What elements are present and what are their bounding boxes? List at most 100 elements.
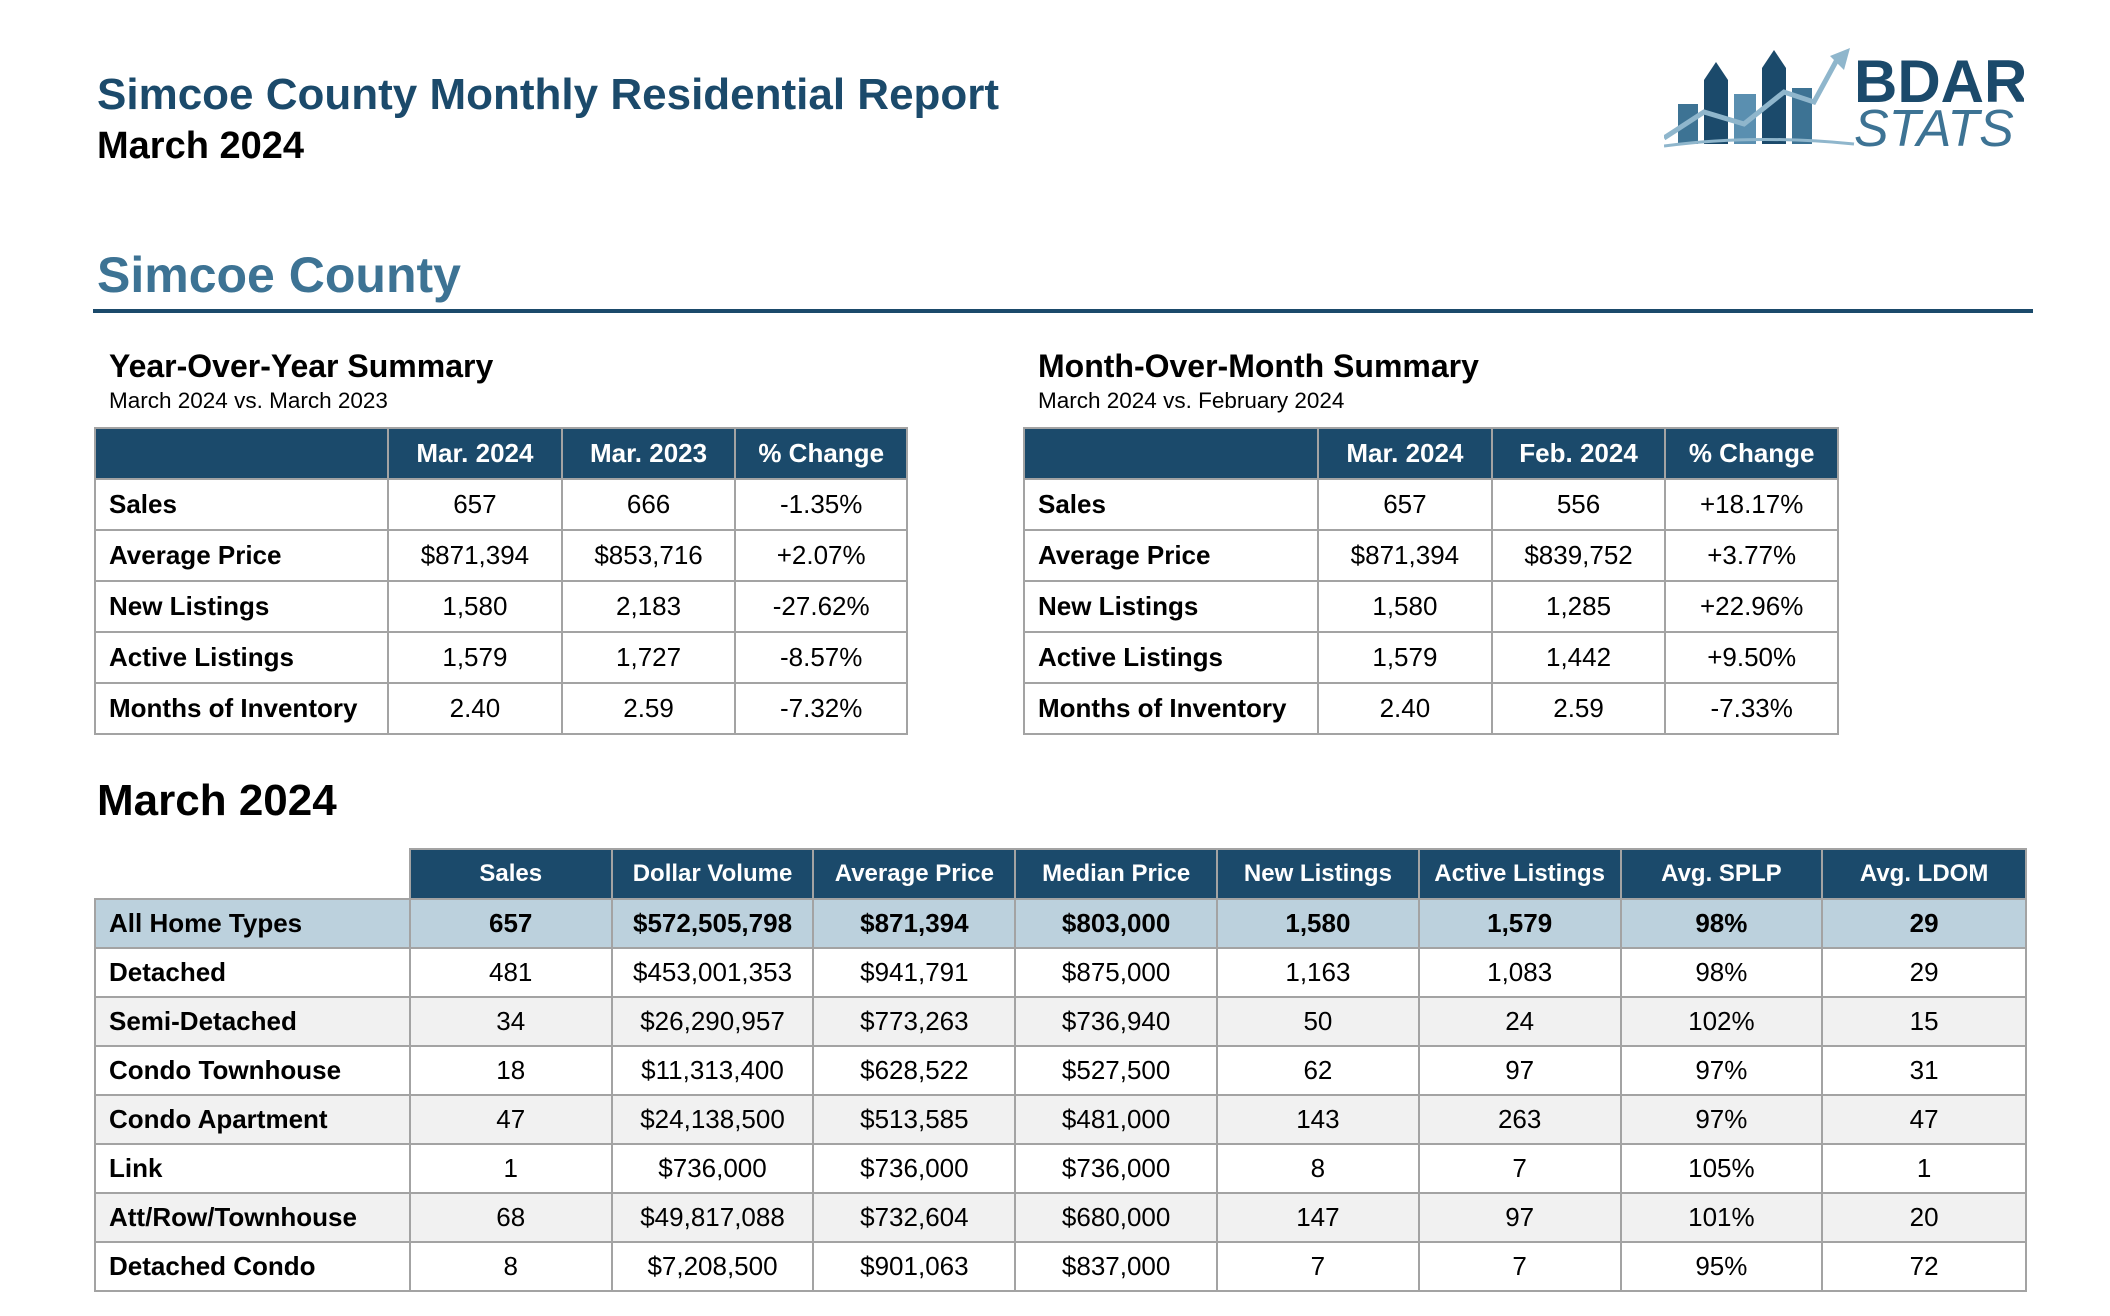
detail-cell: $736,000 [610,1143,815,1194]
yoy-row: Average Price $871,394 $853,716 +2.07% [93,529,908,582]
mom-row-label: New Listings [1022,580,1320,633]
detail-cell: 7 [1417,1241,1622,1292]
mom-cell: +9.50% [1664,631,1839,684]
report-title: Simcoe County Monthly Residential Report [97,70,1000,119]
detail-row-label: All Home Types [94,898,411,949]
detail-row: Condo Townhouse 18 $11,313,400 $628,522 $527… [94,1045,2027,1096]
detail-row-label: Link [94,1143,411,1194]
detail-col-header: Dollar Volume [610,848,815,900]
detail-cell: 8 [1216,1143,1420,1194]
detail-col-header: Avg. SPLP [1619,848,1824,900]
detail-cell: $572,505,798 [610,898,815,949]
detail-cell: 105% [1619,1143,1824,1194]
yoy-cell: 1,727 [560,631,737,684]
bdar-stats-logo: BDAR STATS [1662,42,2027,158]
detail-cell: 102% [1619,996,1824,1047]
yoy-row-label: New Listings [93,580,390,633]
detail-cell: $453,001,353 [610,947,815,998]
detail-cell: $24,138,500 [610,1094,815,1145]
detail-header-blank [95,849,410,899]
detail-cell: $7,208,500 [610,1241,815,1292]
detail-row-label: Condo Townhouse [94,1045,411,1096]
detail-cell: 97% [1619,1094,1824,1145]
detail-cell: $736,000 [1014,1143,1219,1194]
detail-col-header: Active Listings [1417,848,1622,900]
detail-cell: $871,394 [812,898,1017,949]
mom-col-header: Feb. 2024 [1490,427,1667,480]
yoy-cell: 666 [560,478,737,531]
detail-cell: 72 [1821,1241,2027,1292]
mom-header-row: Mar. 2024 Feb. 2024 % Change [1022,427,1839,480]
detail-cell: $527,500 [1014,1045,1219,1096]
detail-table: Sales Dollar Volume Average Price Median… [94,848,2027,1292]
yoy-cell: 1,579 [387,631,563,684]
detail-col-header: Median Price [1014,848,1219,900]
detail-cell: 97% [1619,1045,1824,1096]
detail-cell: 95% [1619,1241,1824,1292]
mom-cell: 1,285 [1490,580,1667,633]
detail-cell: 657 [408,898,613,949]
detail-cell: $875,000 [1014,947,1219,998]
detail-cell: 20 [1821,1192,2027,1243]
mom-subtitle: March 2024 vs. February 2024 [1038,388,1345,413]
mom-title: Month-Over-Month Summary [1038,348,1479,384]
mom-row: Active Listings 1,579 1,442 +9.50% [1022,631,1839,684]
mom-cell: 1,442 [1490,631,1667,684]
mom-row-label: Active Listings [1022,631,1320,684]
detail-cell: 101% [1619,1192,1824,1243]
detail-row-label: Att/Row/Townhouse [94,1192,411,1243]
mom-cell: 2.40 [1317,682,1493,735]
detail-cell: 1,083 [1417,947,1622,998]
detail-cell: 143 [1216,1094,1420,1145]
detail-cell: 1 [1821,1143,2027,1194]
yoy-row: New Listings 1,580 2,183 -27.62% [93,580,908,633]
detail-row: Att/Row/Townhouse 68 $49,817,088 $732,604 $6… [94,1192,2027,1243]
mom-cell: $871,394 [1317,529,1493,582]
detail-cell: $941,791 [812,947,1017,998]
yoy-row-label: Months of Inventory [93,682,390,735]
detail-col-header: Avg. LDOM [1821,848,2027,900]
detail-cell: 62 [1216,1045,1420,1096]
detail-header-row: Sales Dollar Volume Average Price Median… [95,848,2027,900]
section-divider [93,309,2033,313]
mom-row: Average Price $871,394 $839,752 +3.77% [1022,529,1839,582]
yoy-row-label: Average Price [93,529,390,582]
yoy-cell: $871,394 [387,529,563,582]
mom-row-label: Average Price [1022,529,1320,582]
detail-cell: 1,579 [1417,898,1622,949]
detail-cell: 7 [1216,1241,1420,1292]
detail-cell: 18 [408,1045,613,1096]
yoy-cell: 2.40 [387,682,563,735]
yoy-cell: 657 [387,478,563,531]
detail-row: Condo Apartment 47 $24,138,500 $513,585 $481… [94,1094,2027,1145]
yoy-cell: -7.32% [734,682,908,735]
detail-row: Detached 481 $453,001,353 $941,791 $875,000 1… [94,947,2027,998]
detail-cell: 98% [1619,947,1824,998]
detail-cell: $49,817,088 [610,1192,815,1243]
detail-row-label: Detached Condo [94,1241,411,1292]
detail-row: Link 1 $736,000 $736,000 $736,000 8 7 105% 1 [94,1143,2027,1194]
detail-cell: 7 [1417,1143,1622,1194]
detail-cell: 34 [408,996,613,1047]
yoy-row-label: Sales [93,478,390,531]
yoy-cell: 1,580 [387,580,563,633]
yoy-cell: 2.59 [560,682,737,735]
detail-cell: 263 [1417,1094,1622,1145]
mom-cell: 1,579 [1317,631,1493,684]
detail-cell: 15 [1821,996,2027,1047]
yoy-col-header: Mar. 2023 [560,427,737,480]
yoy-subtitle: March 2024 vs. March 2023 [109,388,388,413]
detail-cell: $732,604 [812,1192,1017,1243]
detail-cell: 47 [408,1094,613,1145]
mom-col-header: Mar. 2024 [1317,427,1493,480]
detail-cell: $481,000 [1014,1094,1219,1145]
mom-table: Mar. 2024 Feb. 2024 % Change Sales 657 556… [1022,427,1839,735]
mom-cell: 556 [1490,478,1667,531]
detail-cell: 97 [1417,1045,1622,1096]
logo-chart-icon: BDAR STATS [1662,48,2027,158]
detail-cell: $803,000 [1014,898,1219,949]
logo-text-stats: STATS [1854,100,2014,152]
detail-row: Semi-Detached 34 $26,290,957 $773,263 $736,9… [94,996,2027,1047]
report-subtitle: March 2024 [97,125,305,167]
yoy-row-label: Active Listings [93,631,390,684]
